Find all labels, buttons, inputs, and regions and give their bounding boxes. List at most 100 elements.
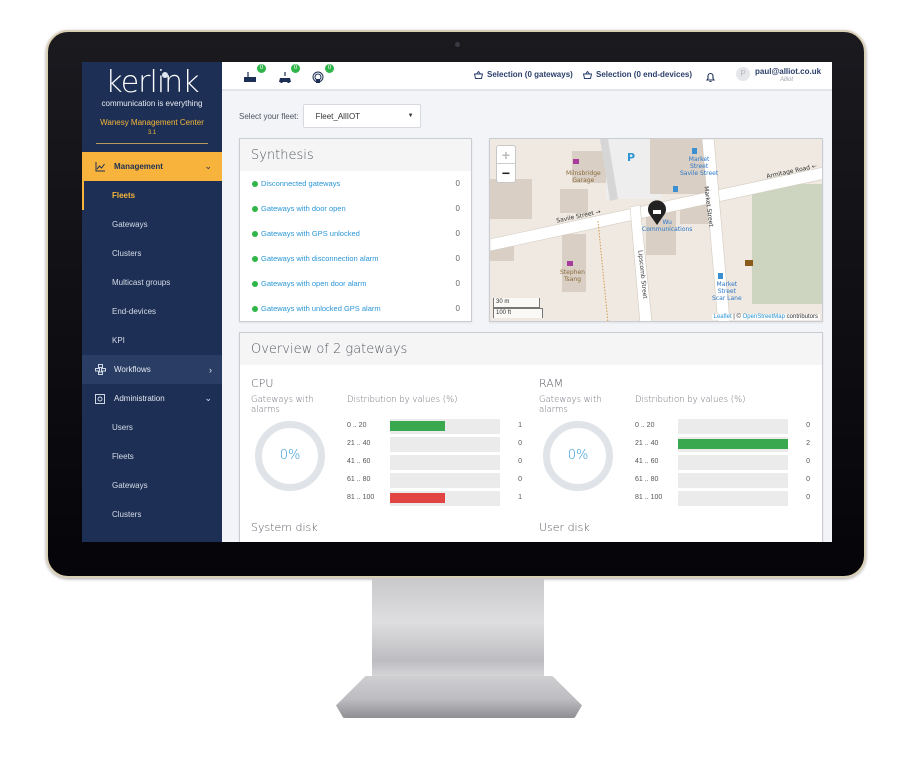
bucket-count: 2 [806, 440, 810, 447]
osm-link[interactable]: OpenStreetMap [743, 314, 785, 320]
distribution-row: 0 .. 20 0 [635, 419, 810, 435]
map-label-bus-stop-savile: Market Street Savile Street [680, 156, 719, 177]
gateway-marker-glyph [653, 210, 661, 214]
synthesis-row[interactable]: Gateways with GPS unlocked 0 [240, 221, 471, 246]
bucket-range: 61 .. 80 [635, 476, 659, 483]
bucket-count: 0 [518, 458, 522, 465]
selection-gateways-link[interactable]: Selection (0 gateways) [474, 70, 573, 79]
bucket-range: 61 .. 80 [347, 476, 371, 483]
synthesis-row[interactable]: Gateways with open door alarm 0 [240, 271, 471, 296]
leaflet-link[interactable]: Leaflet [714, 314, 732, 320]
synthesis-row-count: 0 [455, 254, 460, 263]
overview-title: Overview of 2 gateways [240, 333, 822, 365]
end-device-status[interactable]: 0 [278, 63, 300, 83]
distribution-row: 81 .. 100 1 [347, 491, 522, 507]
bucket-count: 1 [518, 422, 522, 429]
antenna-status[interactable]: 0 [312, 63, 334, 83]
admin-icon [94, 393, 106, 405]
brand[interactable]: kerlink communication is everything Wane… [82, 62, 222, 152]
chevron-right-icon: › [209, 364, 212, 375]
basket-icon [583, 70, 592, 79]
alarm-percentage: 0% [567, 448, 589, 463]
bucket-count: 0 [806, 458, 810, 465]
selection-gateways-label: Selection (0 gateways) [487, 70, 573, 79]
synthesis-row-label[interactable]: Gateways with door open [261, 204, 456, 213]
user-email[interactable]: paul@alliot.co.uk [755, 67, 821, 76]
synthesis-row-label[interactable]: Gateways with GPS unlocked [261, 229, 456, 238]
map[interactable]: Milnsbridge Garage P Market Street Savile S… [489, 138, 823, 322]
bucket-track [390, 437, 500, 452]
avatar[interactable]: P [736, 67, 750, 81]
sidebar-group-label: Administration [114, 394, 165, 403]
distribution-row: 61 .. 80 0 [635, 473, 810, 489]
notifications-button[interactable] [705, 69, 716, 87]
map-label-communications: Wu Communications [642, 219, 693, 233]
distribution-row: 21 .. 40 2 [635, 437, 810, 453]
selection-end-devices-link[interactable]: Selection (0 end-devices) [583, 70, 692, 79]
synthesis-row[interactable]: Disconnected gateways 0 [240, 171, 471, 196]
sidebar-item-kpi[interactable]: KPI [82, 326, 222, 355]
bucket-count: 0 [806, 476, 810, 483]
bucket-track [678, 419, 788, 434]
fleet-selected-value: Fleet_AllIOT [315, 111, 361, 121]
system-disk-title: System disk [251, 521, 318, 534]
synthesis-row-label[interactable]: Gateways with unlocked GPS alarm [261, 304, 456, 313]
sidebar-group-administration[interactable]: Administration ⌄ [82, 384, 222, 413]
basket-icon [474, 70, 483, 79]
synthesis-row[interactable]: Gateways with disconnection alarm 0 [240, 246, 471, 271]
kerlink-logo: kerlink [105, 65, 199, 100]
distribution-row: 81 .. 100 0 [635, 491, 810, 507]
synthesis-row-label[interactable]: Gateways with open door alarm [261, 279, 456, 288]
synthesis-row-label[interactable]: Gateways with disconnection alarm [261, 254, 456, 263]
bucket-count: 0 [518, 440, 522, 447]
synthesis-row[interactable]: Gateways with door open 0 [240, 196, 471, 221]
map-attribution: Leaflet | © OpenStreetMap contributors [711, 314, 820, 320]
fleet-label: Select your fleet: [239, 111, 299, 121]
status-ok-icon [252, 205, 258, 212]
user-disk-title: User disk [539, 521, 590, 534]
sidebar-item-multicast-groups[interactable]: Multicast groups [82, 268, 222, 297]
status-ok-icon [252, 280, 258, 287]
distribution-row: 21 .. 40 0 [347, 437, 522, 453]
sidebar-item-end-devices[interactable]: End-devices [82, 297, 222, 326]
end-device-count-badge: 0 [291, 63, 300, 73]
garage-poi-icon [573, 159, 579, 164]
fleet-select[interactable]: Fleet_AllIOT ▼ [302, 104, 421, 128]
sidebar-item-fleets[interactable]: Fleets [82, 181, 222, 210]
bucket-range: 21 .. 40 [635, 440, 659, 447]
zoom-in-button[interactable]: + [497, 146, 515, 164]
bucket-track [678, 437, 788, 452]
monitor-stand [372, 578, 544, 688]
bucket-range: 21 .. 40 [347, 440, 371, 447]
bucket-track [678, 455, 788, 470]
app-version: 3.1 [147, 130, 157, 136]
sidebar-group-workflows[interactable]: Workflows › [82, 355, 222, 384]
user-organization: Alliot [780, 77, 794, 83]
fleet-selector-row: Select your fleet: Fleet_AllIOT ▼ [239, 104, 421, 128]
sidebar-item-gateways[interactable]: Gateways [82, 210, 222, 239]
synthesis-row[interactable]: Gateways with unlocked GPS alarm 0 [240, 296, 471, 321]
bucket-count: 0 [518, 476, 522, 483]
sidebar-group-management[interactable]: Management ⌄ [82, 152, 222, 181]
chevron-down-icon: ⌄ [204, 161, 212, 171]
metric-title: RAM [539, 377, 564, 390]
bucket-track [390, 419, 500, 434]
sidebar-item-admin-fleets[interactable]: Fleets [82, 442, 222, 471]
bus-stop-icon [718, 273, 723, 279]
synthesis-row-label[interactable]: Disconnected gateways [261, 179, 456, 188]
building [562, 234, 586, 292]
gateway-status[interactable]: 0 [244, 63, 266, 82]
synthesis-row-count: 0 [455, 279, 460, 288]
map-label-bus-stop-scar-lane: Market Street Scar Lane [712, 281, 742, 302]
distribution-row: 61 .. 80 0 [347, 473, 522, 489]
bucket-range: 81 .. 100 [347, 494, 375, 501]
sidebar-item-clusters[interactable]: Clusters [82, 239, 222, 268]
sidebar-item-users[interactable]: Users [82, 413, 222, 442]
bucket-range: 81 .. 100 [635, 494, 663, 501]
sidebar-item-admin-gateways[interactable]: Gateways [82, 471, 222, 500]
zoom-out-button[interactable]: − [497, 164, 515, 182]
sidebar-item-admin-clusters[interactable]: Clusters [82, 500, 222, 529]
bucket-count: 0 [806, 422, 810, 429]
status-ok-icon [252, 255, 258, 262]
camera-icon [455, 42, 460, 47]
